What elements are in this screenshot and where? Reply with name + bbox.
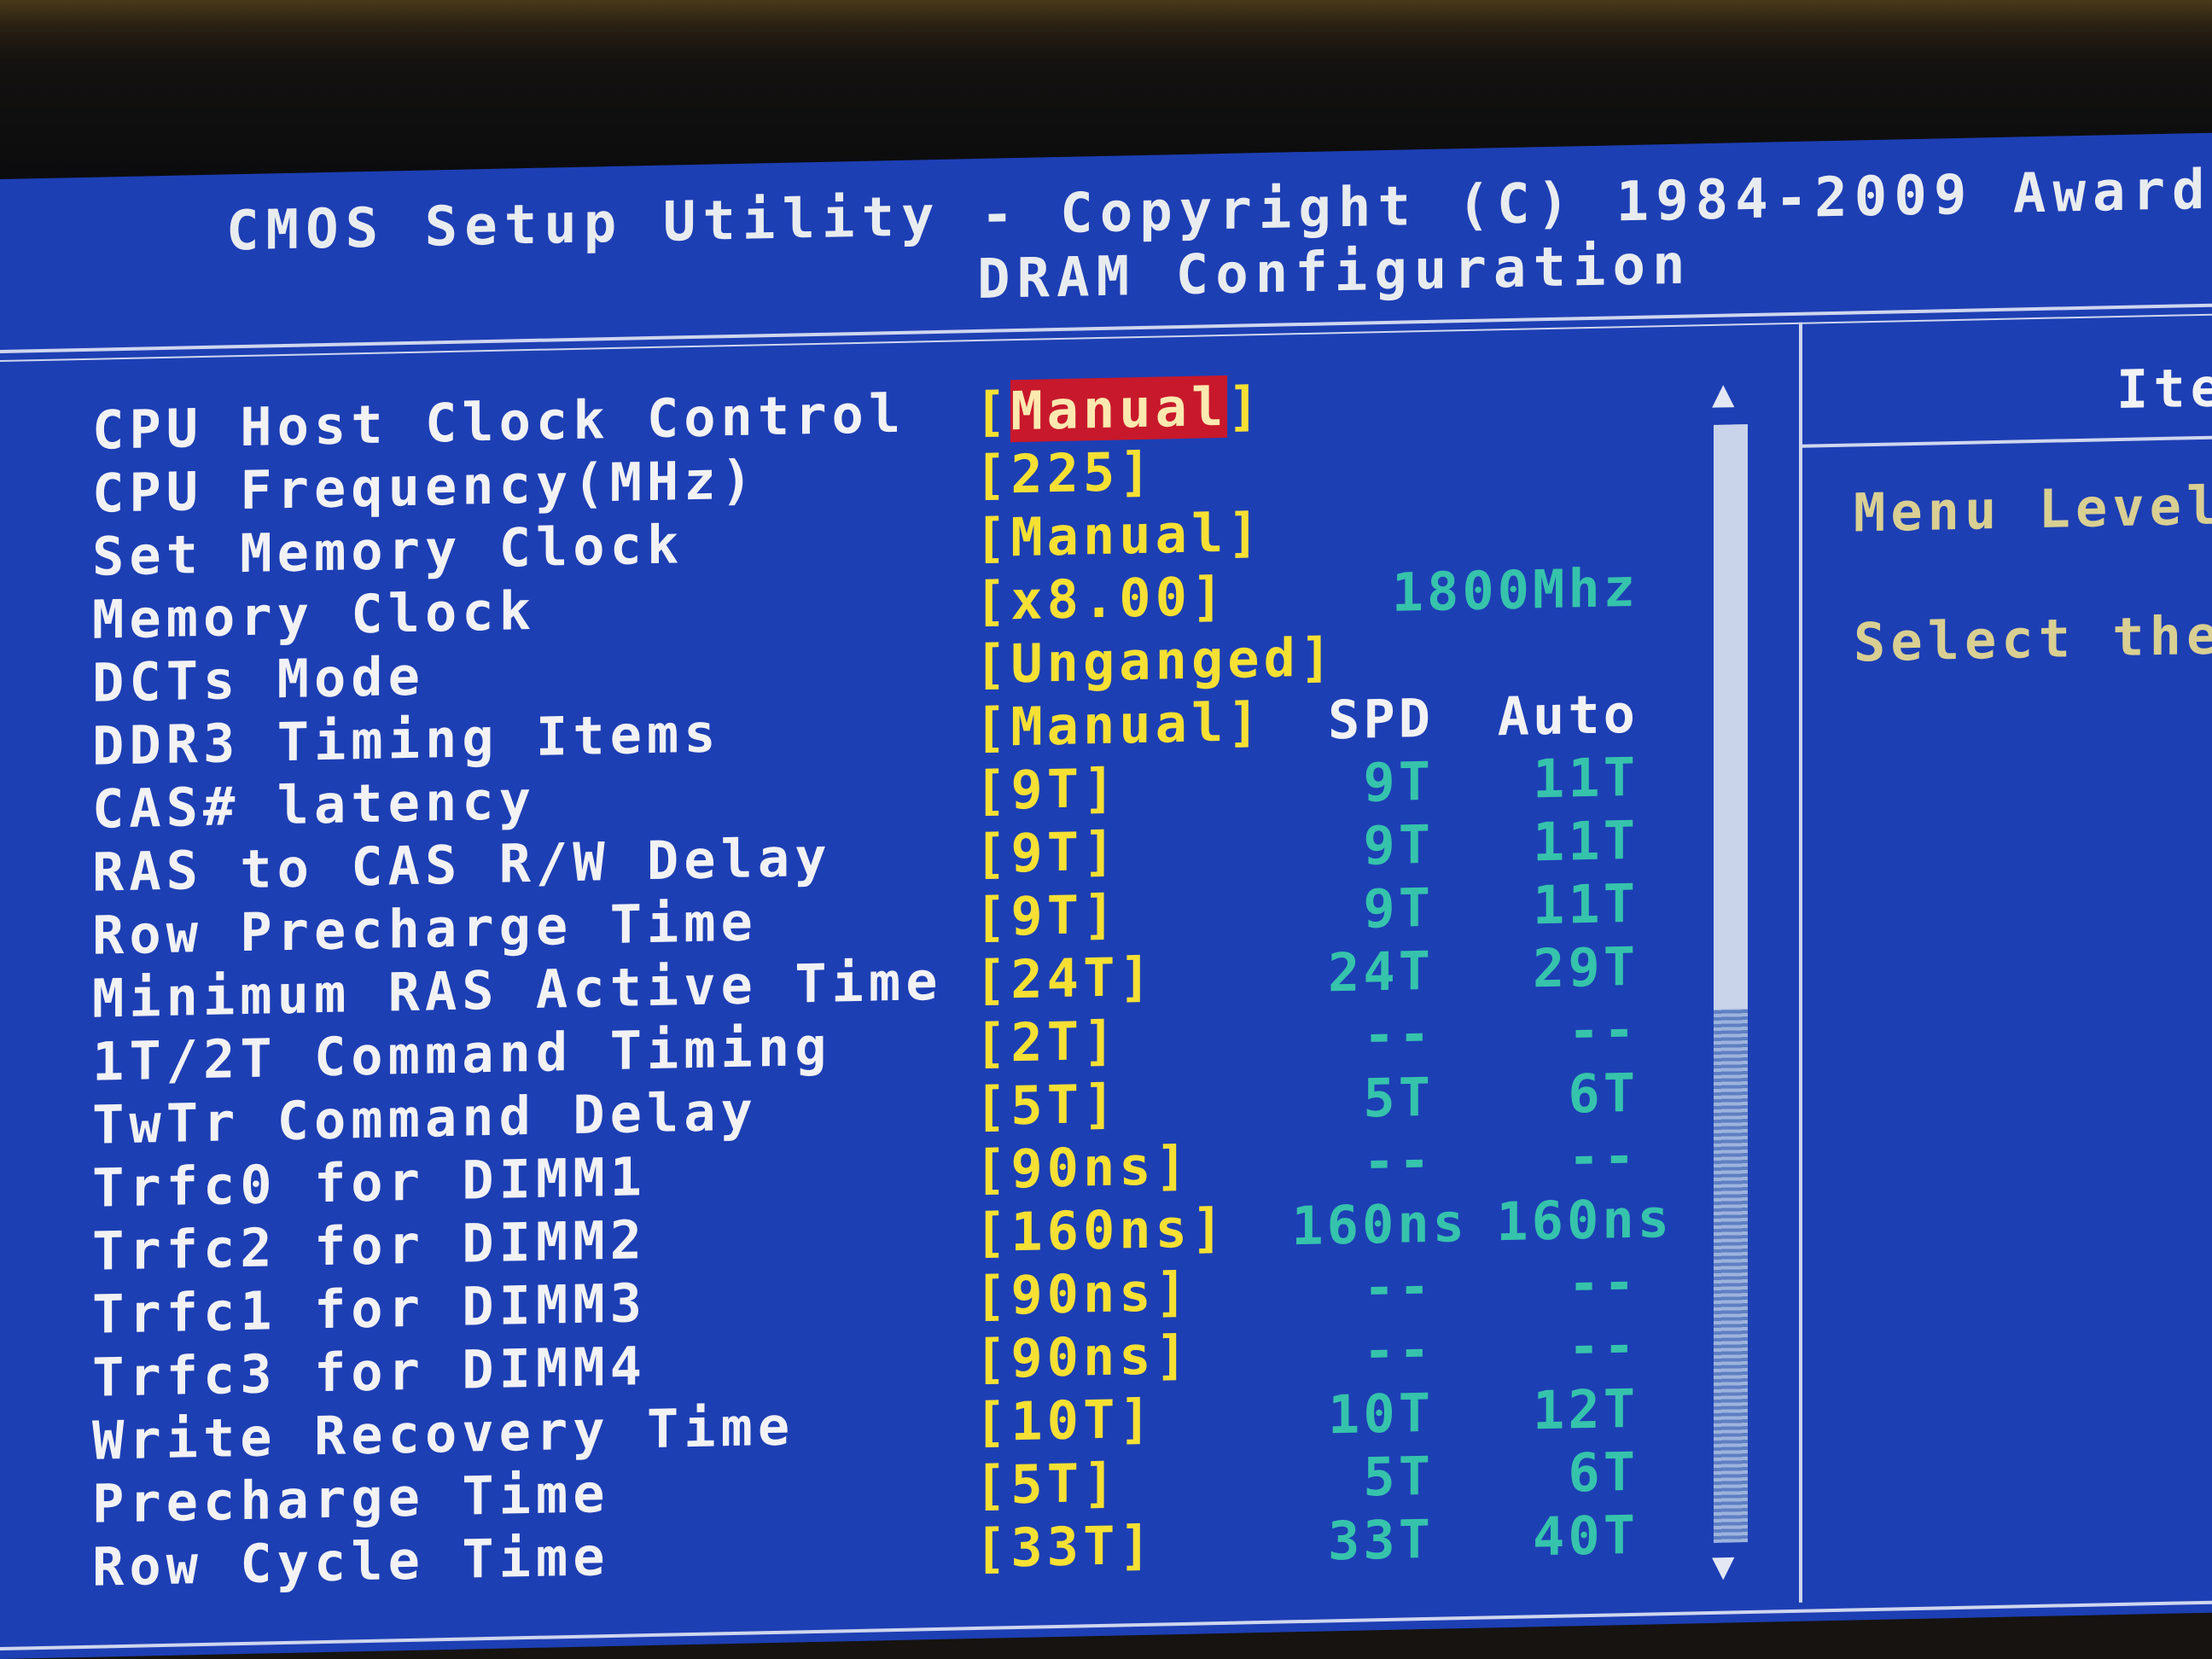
setting-value[interactable]: [Unganged] — [975, 626, 1336, 696]
spd-value: 5T — [1363, 1065, 1434, 1130]
spd-value: -- — [1363, 1318, 1434, 1382]
spd-column-header: SPD — [1328, 686, 1434, 752]
auto-value: 6T — [1568, 1061, 1639, 1126]
auto-value: -- — [1568, 1313, 1639, 1378]
setting-value[interactable]: [90ns] — [975, 1324, 1191, 1390]
selection-highlight: Manual — [1010, 375, 1228, 443]
spd-value: 10T — [1328, 1381, 1434, 1447]
setting-value[interactable]: [90ns] — [975, 1260, 1191, 1327]
help-panel-title: Ite — [2116, 356, 2212, 422]
spd-value: 9T — [1363, 812, 1434, 877]
setting-label: DDR3 Timing Items — [92, 701, 721, 777]
auto-value: 12T — [1533, 1377, 1639, 1442]
spd-value: -- — [1363, 1128, 1434, 1193]
auto-value: 40T — [1533, 1503, 1639, 1569]
header-divider-inner — [0, 313, 2212, 362]
auto-value: -- — [1568, 998, 1639, 1062]
auto-value: 6T — [1568, 1440, 1639, 1505]
auto-value: 11T — [1533, 745, 1639, 811]
help-menu-level: Menu Level — [1854, 474, 2212, 544]
setting-value[interactable]: [5T] — [975, 1073, 1119, 1138]
auto-value: -- — [1568, 1124, 1639, 1189]
spd-value: 9T — [1363, 876, 1434, 940]
auto-value: -- — [1568, 1250, 1639, 1315]
setting-value[interactable]: [33T] — [975, 1514, 1155, 1580]
setting-value[interactable]: [x8.00] — [975, 565, 1227, 632]
setting-value[interactable]: [225] — [975, 440, 1155, 506]
setting-label: Trfc3 for DIMM4 — [92, 1335, 647, 1409]
spd-value: -- — [1363, 1254, 1434, 1319]
setting-label: DCTs Mode — [92, 644, 425, 714]
setting-value[interactable]: [9T] — [975, 820, 1119, 886]
header-divider — [0, 303, 2212, 353]
setting-value[interactable]: [10T] — [975, 1388, 1155, 1453]
auto-value: 160ns — [1496, 1186, 1673, 1254]
setting-value-selected[interactable]: [Manual] — [975, 375, 1264, 443]
setting-value[interactable]: [9T] — [975, 757, 1119, 823]
setting-label: Row Cycle Time — [92, 1525, 610, 1598]
help-title-divider — [1802, 435, 2212, 448]
setting-label: Set Memory Clock — [92, 513, 684, 588]
setting-label: Trfc2 for DIMM2 — [92, 1208, 647, 1283]
memory-clock-readout: 1800Mhz — [1391, 556, 1639, 624]
setting-label: Trfc1 for DIMM3 — [92, 1272, 647, 1346]
help-panel-divider — [1799, 322, 1802, 1603]
setting-value[interactable]: [2T] — [975, 1010, 1119, 1075]
spd-value: 160ns — [1291, 1190, 1468, 1258]
scroll-down-icon[interactable]: ▼ — [1712, 1544, 1735, 1588]
auto-value: 11T — [1533, 808, 1639, 874]
spd-value: 9T — [1363, 749, 1434, 814]
bios-screen: CMOS Setup Utility - Copyright (C) 1984-… — [0, 132, 2212, 1659]
setting-value[interactable]: [5T] — [975, 1452, 1119, 1517]
spd-value: 33T — [1328, 1507, 1434, 1573]
scrollbar-thumb[interactable] — [1714, 424, 1748, 1010]
setting-value[interactable]: [24T] — [975, 946, 1155, 1011]
setting-label: Precharge Time — [92, 1462, 610, 1535]
auto-value: 11T — [1533, 871, 1639, 937]
help-description: Select the — [1854, 603, 2212, 674]
setting-label: Trfc0 for DIMM1 — [92, 1145, 647, 1220]
setting-label: CAS# latency — [92, 768, 536, 841]
setting-value[interactable]: [160ns] — [975, 1196, 1227, 1264]
setting-value[interactable]: [9T] — [975, 883, 1119, 949]
setting-value[interactable]: [Manual] — [975, 690, 1264, 759]
setting-value[interactable]: [90ns] — [975, 1134, 1191, 1201]
auto-value: 29T — [1533, 934, 1639, 1000]
spd-value: 5T — [1363, 1444, 1434, 1509]
setting-value[interactable]: [Manual] — [975, 501, 1264, 569]
auto-column-header: Auto — [1497, 682, 1639, 748]
setting-label: Memory Clock — [92, 579, 536, 651]
scroll-up-icon[interactable]: ▲ — [1712, 371, 1735, 416]
spd-value: -- — [1363, 1002, 1434, 1067]
footer-divider — [0, 1600, 2212, 1650]
spd-value: 24T — [1328, 939, 1434, 1004]
